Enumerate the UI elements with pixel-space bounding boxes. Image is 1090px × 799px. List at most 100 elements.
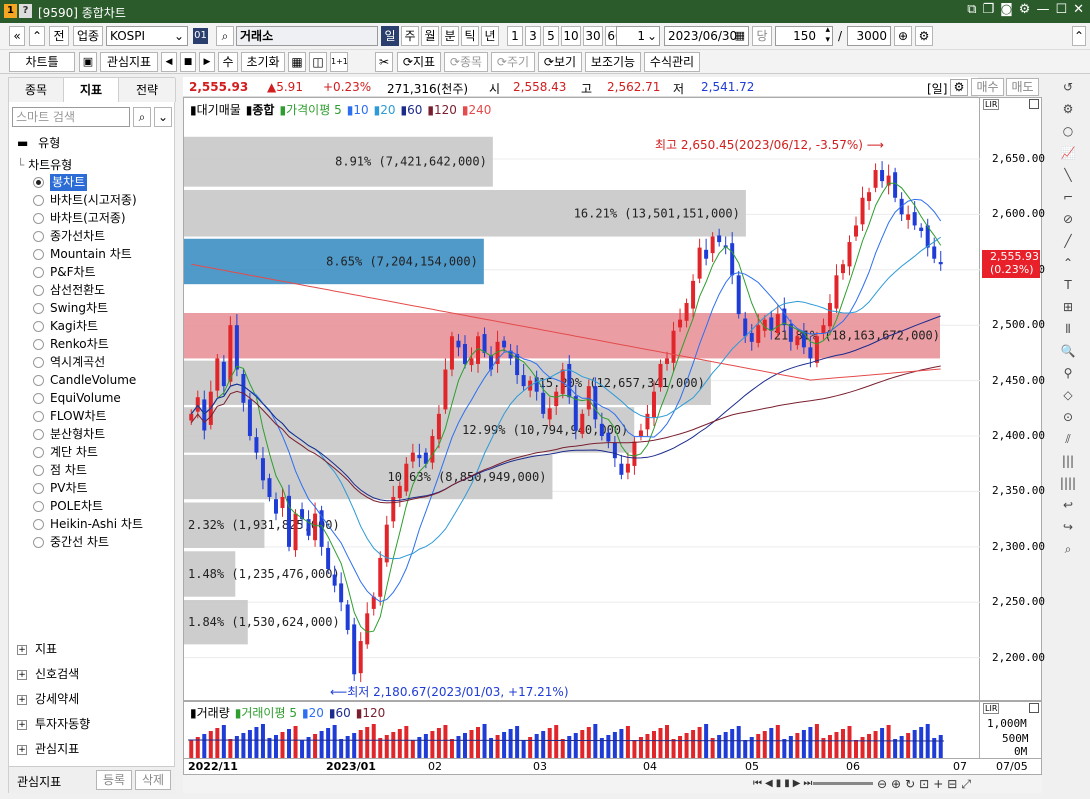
radio-button[interactable]: [33, 429, 44, 440]
search-icon[interactable]: ⌕: [1057, 539, 1079, 559]
legend-item[interactable]: ▮20: [302, 706, 324, 720]
market-select[interactable]: KOSPI ⌄: [106, 26, 188, 46]
period-button[interactable]: 일: [381, 26, 399, 46]
chart-settings-icon[interactable]: ⚙: [950, 79, 968, 96]
period-button[interactable]: 주: [401, 26, 419, 46]
chart-type-item[interactable]: 중간선 차트: [50, 534, 109, 551]
cut-icon[interactable]: ✂: [375, 52, 393, 72]
one-by-one-icon[interactable]: 1+1: [330, 52, 348, 72]
radio-button[interactable]: [33, 267, 44, 278]
copy-icon[interactable]: ❐: [983, 2, 995, 17]
shape-icon[interactable]: ◇: [1057, 385, 1079, 405]
radio-button[interactable]: [33, 285, 44, 296]
circle-icon[interactable]: ○: [1057, 121, 1079, 141]
tree-root[interactable]: └ 차트유형: [17, 156, 72, 173]
chart-type-item[interactable]: 계단 차트: [50, 444, 98, 461]
undo-icon[interactable]: ↩: [1057, 495, 1079, 515]
su-button[interactable]: 수: [218, 52, 238, 72]
tab-indicators[interactable]: 지표: [64, 78, 119, 102]
line-icon[interactable]: ╲: [1057, 165, 1079, 185]
expand-icon[interactable]: +: [17, 744, 27, 755]
trend-icon[interactable]: 📈: [1057, 143, 1079, 163]
settings-icon[interactable]: ⚙: [1057, 99, 1079, 119]
expand-icon[interactable]: +: [17, 669, 27, 680]
chart-type-item[interactable]: 종가선차트: [50, 228, 105, 245]
radio-button[interactable]: [33, 447, 44, 458]
formula-button[interactable]: 수식관리: [644, 52, 700, 72]
period-button[interactable]: 틱: [461, 26, 479, 46]
settings-icon[interactable]: ⚙: [1019, 2, 1031, 17]
zoom-controls[interactable]: ⊖⊕↻⊡+⊟⤢: [877, 777, 975, 792]
maximize-icon[interactable]: ☐: [1055, 2, 1067, 17]
sell-button[interactable]: 매도: [1006, 78, 1039, 96]
price-chart[interactable]: 8.91% (7,421,642,000) 16.21% (13,501,151,…: [183, 97, 981, 701]
radio-button[interactable]: [33, 195, 44, 206]
chart-type-item[interactable]: 봉차트: [50, 174, 88, 191]
smart-search-input[interactable]: 스마트 검색: [12, 107, 130, 127]
chart-type-item[interactable]: 분산형차트: [50, 426, 105, 443]
interval-button[interactable]: 3: [525, 26, 541, 46]
chart-type-item[interactable]: FLOW차트: [50, 408, 107, 425]
volume-chart[interactable]: ▮거래량 ▮거래이평 5 ▮20 ▮60 ▮120: [183, 701, 980, 759]
chart-type-item[interactable]: POLE차트: [50, 498, 103, 515]
buy-button[interactable]: 매수: [971, 78, 1004, 96]
gear-icon[interactable]: ⚙: [915, 26, 933, 46]
camera-icon[interactable]: ◙: [1000, 2, 1013, 17]
save-icon[interactable]: ▣: [79, 52, 97, 72]
parallel-icon[interactable]: ⫽: [1057, 429, 1079, 449]
pointer-icon[interactable]: ⚲: [1057, 363, 1079, 383]
chart-type-item[interactable]: CandleVolume: [50, 372, 136, 389]
reset-button[interactable]: 초기화: [241, 52, 285, 72]
radio-button[interactable]: [33, 393, 44, 404]
chart-type-item[interactable]: Kagi차트: [50, 318, 98, 335]
zoom-icon[interactable]: ⊕: [894, 26, 912, 46]
legend-item[interactable]: ▮20: [374, 103, 396, 117]
left-arrow-icon[interactable]: ◀: [161, 52, 177, 72]
code-badge[interactable]: 01: [193, 28, 208, 44]
bars-icon[interactable]: ⫴: [1057, 319, 1079, 339]
aux-button[interactable]: 보조기능: [585, 52, 641, 72]
minimize-icon[interactable]: —: [1036, 2, 1049, 17]
chart-type-item[interactable]: Renko차트: [50, 336, 109, 353]
radio-button[interactable]: [33, 375, 44, 386]
industry-button[interactable]: 업종: [73, 26, 103, 46]
close-icon[interactable]: ✕: [1073, 2, 1084, 17]
scroll-slider[interactable]: [813, 782, 873, 785]
radio-button[interactable]: [33, 465, 44, 476]
legend-item[interactable]: ▮60: [329, 706, 351, 720]
stop-icon[interactable]: ■: [180, 52, 196, 72]
expand-icon[interactable]: +: [17, 719, 27, 730]
cancel-icon[interactable]: ⊘: [1057, 209, 1079, 229]
link-icon[interactable]: ⧉: [967, 2, 976, 17]
radio-button[interactable]: [33, 411, 44, 422]
radio-button[interactable]: [33, 483, 44, 494]
auto-icon[interactable]: ⌃: [1057, 253, 1079, 273]
chart-frame-button[interactable]: 차트틀: [9, 52, 75, 72]
chart-type-item[interactable]: 점 차트: [50, 462, 87, 479]
help-badge[interactable]: ?: [19, 4, 32, 18]
tab-strategy[interactable]: 전략: [119, 78, 176, 102]
tree-section[interactable]: + 관심지표: [17, 739, 79, 759]
calendar-icon[interactable]: ▦: [735, 27, 745, 45]
search-icon[interactable]: ⌕: [216, 26, 234, 46]
legend-item[interactable]: ▮거래량: [190, 706, 230, 720]
expand-icon[interactable]: ⌄: [154, 107, 172, 127]
grid-icon[interactable]: ▦: [288, 52, 306, 72]
legend-item[interactable]: ▮120: [427, 103, 457, 117]
folder-row[interactable]: ▬ 유형: [17, 134, 60, 151]
right-arrow-icon[interactable]: ▶: [199, 52, 215, 72]
price-axis[interactable]: LIR 2,650.002,600.002,550.002,500.002,45…: [980, 97, 1045, 701]
diagonal-icon[interactable]: ╱: [1057, 231, 1079, 251]
tree-section[interactable]: + 지표: [17, 639, 57, 659]
chart-type-item[interactable]: EquiVolume: [50, 390, 121, 407]
interval-button[interactable]: 1: [507, 26, 523, 46]
up-button[interactable]: ⌃: [29, 26, 45, 46]
register-button[interactable]: 등록: [96, 770, 132, 790]
legend-item[interactable]: ▮120: [356, 706, 386, 720]
tree-section[interactable]: + 투자자동향: [17, 714, 90, 734]
chart-type-item[interactable]: Mountain 차트: [50, 246, 132, 263]
redo-icon[interactable]: ↪: [1057, 517, 1079, 537]
interest-indicator-button[interactable]: 관심지표: [100, 52, 158, 72]
legend-item[interactable]: ▮10: [347, 103, 369, 117]
maximize-pane-icon[interactable]: [1029, 99, 1039, 109]
